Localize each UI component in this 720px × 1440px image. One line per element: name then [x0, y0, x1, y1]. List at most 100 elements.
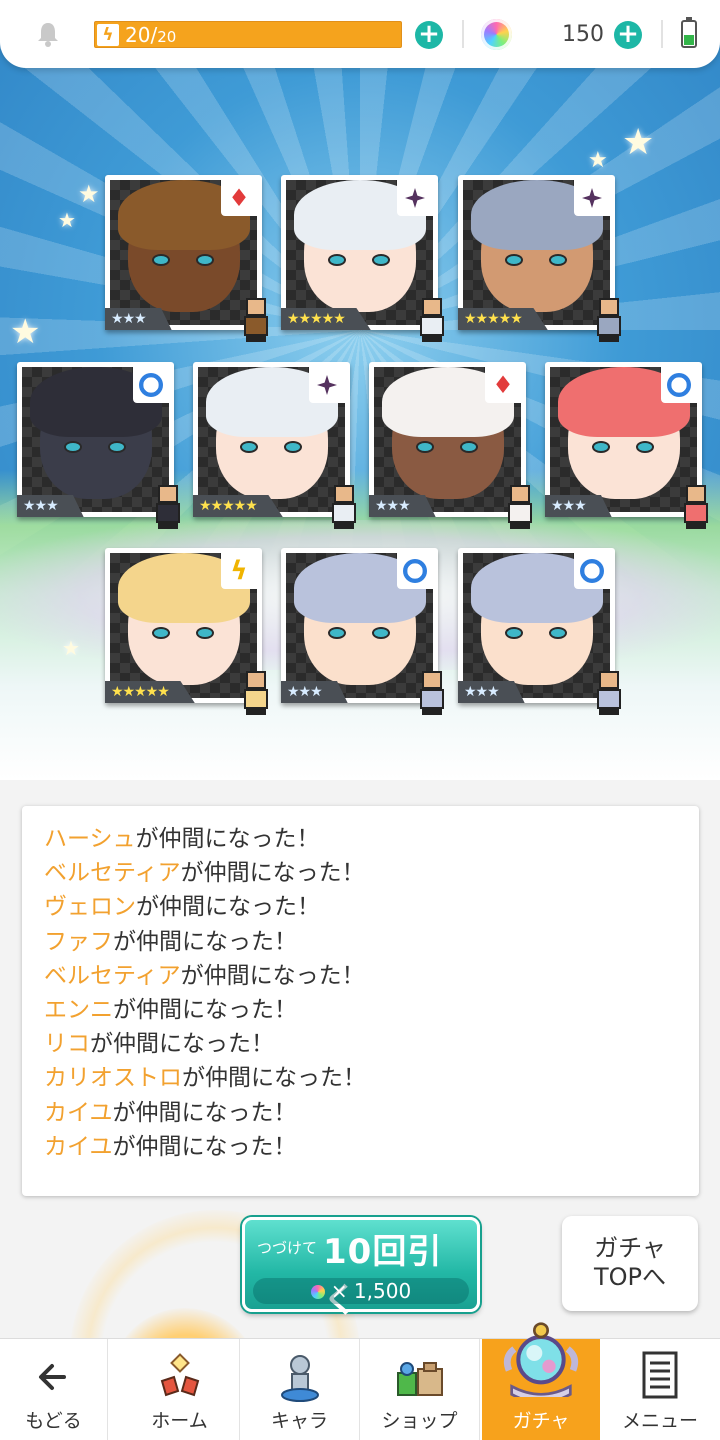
character-card[interactable]: ★★★★★: [281, 175, 444, 342]
character-name: ベルセティア: [44, 962, 181, 989]
portrait-eye: [240, 441, 258, 453]
pixel-sprite-icon: [591, 667, 627, 717]
pull-prefix: つづけて: [257, 1239, 318, 1257]
portrait-eye: [460, 441, 478, 453]
result-line: ベルセティアが仲間になった！: [44, 856, 677, 890]
character-name: リコ: [44, 1031, 90, 1058]
stamina-text: 20/20: [125, 23, 177, 47]
lightning-thunder-icon: ϟ: [221, 553, 257, 589]
portrait-eye: [592, 441, 610, 453]
result-line: カリオストロが仲間になった！: [44, 1061, 677, 1095]
portrait-eye: [416, 441, 434, 453]
result-line: ベルセティアが仲間になった！: [44, 959, 677, 993]
character-card[interactable]: ★★★★★: [193, 362, 356, 529]
character-card[interactable]: ★★★: [17, 362, 180, 529]
nav-gacha[interactable]: ガチャ: [482, 1322, 600, 1440]
result-suffix: が仲間になった！: [113, 996, 297, 1023]
pixel-sprite-icon: [502, 481, 538, 531]
portrait-eye: [152, 254, 170, 266]
character-card[interactable]: ♦ ★★★: [105, 175, 268, 342]
pull-cost: × 1,500: [253, 1278, 469, 1304]
portrait-eye: [505, 627, 523, 639]
arrow-left-icon: [38, 1364, 66, 1390]
pull-10-again-button[interactable]: つづけて 10回引く × 1,500: [242, 1217, 480, 1321]
menu-list-icon: [642, 1351, 678, 1399]
rarity-stars: ★★★: [458, 681, 525, 703]
character-name: ハーシュ: [44, 826, 136, 852]
portrait-eye: [64, 441, 82, 453]
character-card[interactable]: ★★★: [545, 362, 708, 529]
diamond-fire-icon: ♦: [485, 367, 521, 403]
result-suffix: が仲間になった！: [113, 928, 297, 955]
rarity-stars: ★★★: [281, 681, 348, 703]
result-line: ハーシュが仲間になった！: [44, 822, 677, 856]
circle-water-icon: [661, 367, 697, 403]
character-name: ファフ: [44, 928, 113, 955]
portrait-eye: [372, 254, 390, 266]
gacha-top-label-2: TOPへ: [593, 1263, 667, 1291]
portrait-eye: [372, 627, 390, 639]
character-card[interactable]: ★★★: [458, 548, 621, 715]
character-icon: [280, 1355, 319, 1402]
diamond-fire-icon: ♦: [221, 180, 257, 216]
pixel-sprite-icon: [326, 481, 362, 531]
portrait-eye: [152, 627, 170, 639]
portrait-eye: [549, 254, 567, 266]
result-line: カイユが仲間になった！: [44, 1130, 677, 1164]
pixel-sprite-icon: [414, 667, 450, 717]
nav-shop-label: ショップ: [381, 1410, 458, 1432]
nav-chara[interactable]: キャラ: [240, 1339, 360, 1440]
rarity-stars: ★★★★★: [193, 495, 283, 517]
sparkle-star-icon: ★: [58, 208, 76, 232]
shop-bag-icon: [396, 1362, 443, 1396]
status-bar: ϟ 20/20 + 150 +: [0, 0, 720, 68]
nav-shop[interactable]: ショップ: [360, 1339, 480, 1440]
nav-home[interactable]: ホーム: [120, 1339, 240, 1440]
rainbow-gem-icon: [310, 1285, 325, 1299]
pixel-sprite-icon: [238, 667, 274, 717]
result-suffix: が仲間になった！: [180, 962, 365, 989]
nav-back[interactable]: もどる: [0, 1339, 108, 1440]
character-card[interactable]: ★★★★★: [458, 175, 621, 342]
nav-home-label: ホーム: [151, 1410, 208, 1432]
result-suffix: が仲間になった！: [136, 894, 320, 921]
result-line: エンニが仲間になった！: [44, 993, 677, 1027]
home-icon: [160, 1353, 199, 1397]
gacha-orb-icon: [503, 1322, 579, 1397]
result-suffix: が仲間になった！: [182, 1065, 366, 1092]
add-stamina-button[interactable]: +: [415, 21, 443, 49]
gacha-top-label-1: ガチャ: [594, 1234, 666, 1262]
nav-menu[interactable]: メニュー: [600, 1339, 720, 1440]
pull-label: 10回引く: [323, 1232, 443, 1321]
pull-cost-value: × 1,500: [330, 1279, 412, 1303]
result-suffix: が仲間になった！: [90, 1031, 274, 1058]
sparkle-star-icon: ★: [10, 312, 41, 352]
rainbow-gem-icon: [481, 19, 512, 50]
nav-chara-label: キャラ: [270, 1410, 328, 1432]
portrait-eye: [108, 441, 126, 453]
character-name: ヴェロン: [44, 894, 136, 921]
portrait-eye: [636, 441, 654, 453]
sparkle-star-icon: ★: [62, 636, 80, 660]
result-suffix: が仲間になった！: [135, 826, 320, 852]
portrait-eye: [284, 441, 302, 453]
gacha-top-button[interactable]: ガチャ TOPへ: [562, 1216, 698, 1311]
pixel-sprite-icon: [591, 294, 627, 344]
add-gem-button[interactable]: +: [614, 21, 642, 49]
rarity-stars: ★★★★★: [458, 308, 548, 330]
circle-water-icon: [133, 367, 169, 403]
result-line: ファフが仲間になった！: [44, 925, 677, 959]
bell-icon[interactable]: [34, 20, 62, 48]
rarity-stars: ★★★★★: [105, 681, 195, 703]
character-card[interactable]: ϟ ★★★★★: [105, 548, 268, 715]
nav-back-label: もどる: [25, 1410, 82, 1432]
character-card[interactable]: ★★★: [281, 548, 444, 715]
pixel-sprite-icon: [414, 294, 450, 344]
character-card[interactable]: ♦ ★★★: [369, 362, 532, 529]
nav-menu-label: メニュー: [621, 1410, 698, 1432]
portrait-eye: [328, 627, 346, 639]
pixel-sprite-icon: [678, 481, 714, 531]
sparkle-dark-icon: [397, 180, 433, 216]
portrait-eye: [328, 254, 346, 266]
pixel-sprite-icon: [238, 294, 274, 344]
